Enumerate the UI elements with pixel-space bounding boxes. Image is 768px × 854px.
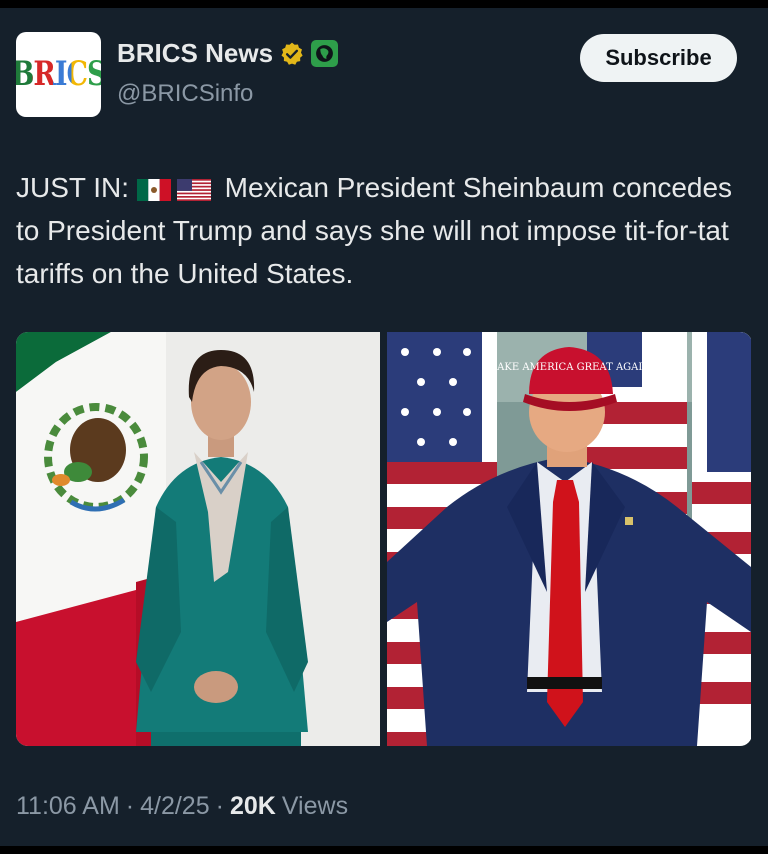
meta-separator: · <box>125 792 135 820</box>
subscribe-button[interactable]: Subscribe <box>580 34 737 82</box>
account-avatar[interactable]: BRICS <box>16 32 101 117</box>
tweet-prefix: JUST IN: <box>16 172 130 203</box>
photo-trump[interactable]: MAKE AMERICA GREAT AGAIN <box>387 332 751 746</box>
post-date[interactable]: 4/2/25 <box>140 792 210 821</box>
affiliate-badge-icon <box>311 40 339 67</box>
mexico-flag-icon <box>136 179 171 201</box>
cap-text: MAKE AMERICA GREAT AGAIN <box>487 362 651 373</box>
account-name-row: BRICS News <box>117 38 339 69</box>
account-name[interactable]: BRICS News <box>117 38 273 69</box>
verified-badge-icon <box>281 42 303 65</box>
media-grid[interactable]: MAKE AMERICA GREAT AGAIN <box>16 332 752 746</box>
brics-logo: BRICS <box>16 55 101 94</box>
views-count: 20K <box>229 792 276 820</box>
views-label: Views <box>281 792 349 820</box>
post-time[interactable]: 11:06 AM <box>16 792 120 821</box>
post-container: BRICS BRICS News @BRICSinfo Subscribe JU… <box>0 8 768 846</box>
meta-separator: · <box>215 792 224 820</box>
tweet-text: JUST IN: Mexican President Sheinbaum con… <box>16 166 756 295</box>
post-meta: 11:06 AM · 4/2/25 · 20K Views <box>16 792 348 821</box>
account-handle[interactable]: @BRICSinfo <box>117 80 253 108</box>
photo-sheinbaum[interactable] <box>16 332 380 746</box>
us-flag-icon <box>176 179 211 201</box>
